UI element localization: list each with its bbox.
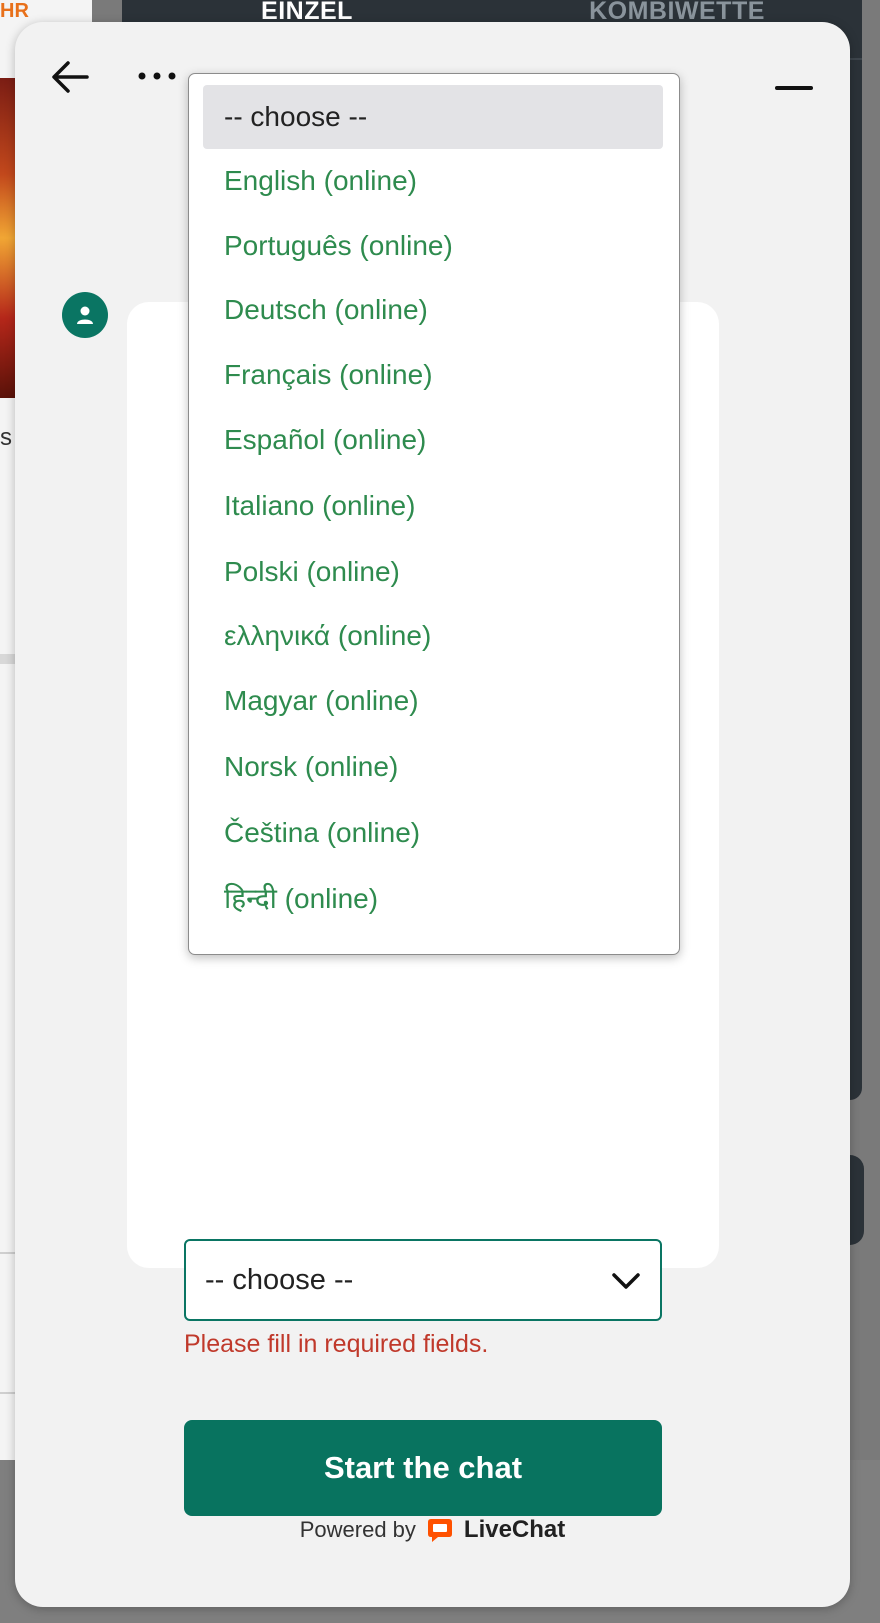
start-chat-button[interactable]: Start the chat: [184, 1420, 662, 1516]
powered-by-footer: Powered by LiveChat: [15, 1515, 850, 1545]
language-option[interactable]: Magyar (online): [203, 669, 663, 733]
user-icon: [77, 306, 93, 324]
background-strip: [848, 1155, 864, 1245]
minimize-button[interactable]: [773, 82, 817, 94]
language-select[interactable]: -- choose --: [184, 1239, 662, 1321]
language-option[interactable]: Français (online): [203, 343, 663, 407]
language-option[interactable]: -- choose --: [203, 85, 663, 149]
background-side-text: s: [0, 424, 12, 451]
more-dots-icon: [138, 72, 176, 80]
more-options-button[interactable]: [132, 64, 188, 88]
livechat-logo-icon: [427, 1519, 452, 1542]
language-option[interactable]: Português (online): [203, 214, 663, 278]
language-option[interactable]: Italiano (online): [203, 474, 663, 538]
background-promo-text: HR: [0, 0, 29, 22]
error-message: Please fill in required fields.: [184, 1330, 489, 1358]
language-option[interactable]: Čeština (online): [203, 801, 663, 865]
agent-avatar: [62, 292, 108, 338]
language-option[interactable]: Español (online): [203, 408, 663, 472]
language-option[interactable]: Norsk (online): [203, 735, 663, 799]
back-button[interactable]: [48, 55, 92, 99]
language-option[interactable]: Deutsch (online): [203, 278, 663, 342]
powered-by-label: Powered by: [299, 1517, 416, 1542]
game-thumbnail: [0, 78, 16, 398]
minimize-icon: [775, 86, 813, 90]
language-select-value: -- choose --: [205, 1264, 354, 1296]
arrow-left-icon: [52, 61, 89, 93]
chevron-down-icon: [612, 1273, 640, 1289]
livechat-brand-name[interactable]: LiveChat: [464, 1516, 565, 1544]
language-option[interactable]: ελληνικά (online): [203, 604, 663, 668]
language-dropdown-list: -- choose -- English (online) Português …: [188, 73, 680, 955]
language-option[interactable]: Polski (online): [203, 540, 663, 604]
language-option[interactable]: English (online): [203, 149, 663, 213]
language-option[interactable]: हिन्दी (online): [203, 867, 663, 931]
